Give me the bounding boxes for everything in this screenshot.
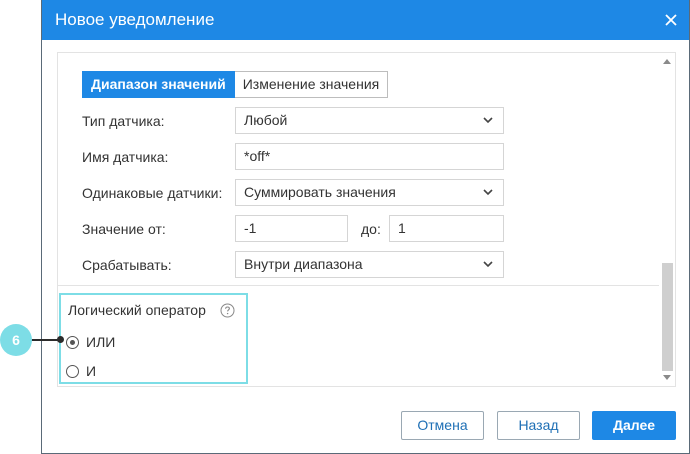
radio-or[interactable]: ИЛИ: [66, 334, 115, 350]
trigger-select[interactable]: Внутри диапазона: [235, 251, 504, 278]
logic-operator-title: Логический оператор: [68, 302, 206, 318]
sensor-type-value: Любой: [244, 112, 288, 128]
same-sensors-label: Одинаковые датчики:: [82, 185, 223, 201]
callout-dot: [57, 336, 64, 343]
value-to-input[interactable]: 1: [389, 215, 504, 242]
section-divider: [58, 285, 661, 286]
dialog-content: Диапазон значений Изменение значения Тип…: [57, 52, 676, 387]
same-sensors-select[interactable]: Суммировать значения: [235, 179, 504, 206]
chevron-down-icon: [483, 189, 493, 196]
radio-or-label: ИЛИ: [86, 334, 116, 350]
value-from-value: -1: [244, 220, 257, 236]
tab-value-change[interactable]: Изменение значения: [234, 71, 389, 98]
back-button[interactable]: Назад: [497, 411, 580, 440]
scroll-down-icon[interactable]: [663, 375, 671, 380]
sensor-name-input[interactable]: *off*: [235, 143, 504, 170]
help-icon[interactable]: [220, 303, 235, 318]
next-button[interactable]: Далее: [592, 411, 676, 440]
cancel-button[interactable]: Отмена: [401, 411, 484, 440]
sensor-name-label: Имя датчика:: [82, 149, 169, 165]
radio-button-checked[interactable]: [66, 335, 79, 349]
close-icon[interactable]: [663, 12, 679, 28]
same-sensors-value: Суммировать значения: [244, 184, 396, 200]
value-to-value: 1: [398, 220, 406, 236]
radio-button[interactable]: [66, 364, 79, 378]
value-from-label: Значение от:: [82, 221, 166, 237]
chevron-down-icon: [483, 261, 493, 268]
scroll-up-icon[interactable]: [663, 59, 671, 64]
dialog-titlebar: Новое уведомление: [42, 0, 689, 40]
vertical-scrollbar[interactable]: [659, 53, 675, 386]
notification-dialog: Новое уведомление Диапазон значений Изме…: [41, 0, 690, 454]
value-from-input[interactable]: -1: [235, 215, 348, 242]
logic-operator-group: Логический оператор ИЛИ И: [59, 293, 248, 384]
dialog-title: Новое уведомление: [55, 10, 215, 29]
chevron-down-icon: [483, 117, 493, 124]
trigger-label: Срабатывать:: [82, 257, 172, 273]
radio-and[interactable]: И: [66, 363, 96, 379]
sensor-type-select[interactable]: Любой: [235, 107, 504, 134]
tab-value-range[interactable]: Диапазон значений: [82, 71, 235, 98]
mode-tabs: Диапазон значений Изменение значения: [82, 71, 389, 98]
trigger-value: Внутри диапазона: [244, 256, 363, 272]
callout-badge: 6: [0, 324, 32, 356]
scroll-thumb[interactable]: [662, 263, 673, 371]
value-to-label: до:: [361, 221, 381, 237]
sensor-name-value: *off*: [244, 148, 271, 164]
radio-and-label: И: [86, 363, 97, 379]
sensor-type-label: Тип датчика:: [82, 113, 165, 129]
